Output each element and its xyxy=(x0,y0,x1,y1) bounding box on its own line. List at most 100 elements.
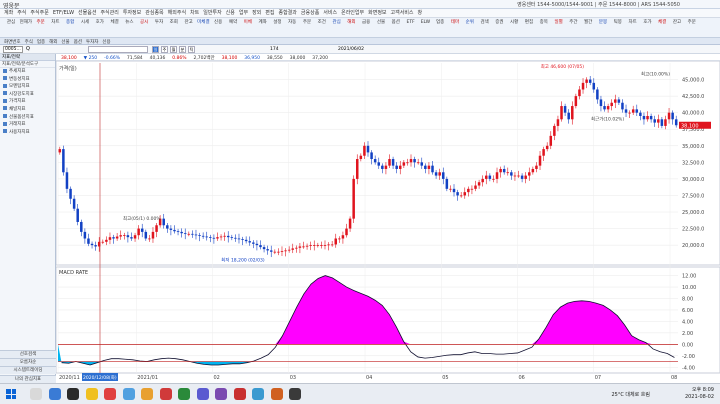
date-input[interactable]: 2021/06/02 xyxy=(338,46,364,53)
quick-button[interactable]: 현재가 xyxy=(19,20,33,36)
menu-item[interactable]: 종합결과 xyxy=(278,9,296,18)
quick-button[interactable]: 뉴스 xyxy=(122,20,136,36)
indicator-folder[interactable]: 거래지표 xyxy=(0,121,55,129)
period-button[interactable]: 분 xyxy=(179,46,186,53)
quick-button[interactable]: 종합 xyxy=(63,20,77,36)
menu-item[interactable]: 차트 xyxy=(190,9,199,18)
taskbar-app-icon[interactable] xyxy=(252,388,264,400)
sidebar-bottom-button[interactable]: 선호검색 xyxy=(0,350,56,358)
menu-item[interactable]: 일반투자 xyxy=(203,9,221,18)
quick-button[interactable]: 주문 xyxy=(34,20,48,36)
stock-code-input[interactable]: 0005... xyxy=(3,46,23,53)
taskbar-app-icon[interactable] xyxy=(30,388,42,400)
quick-button[interactable]: 차트 xyxy=(626,20,640,36)
taskbar-app-icon[interactable] xyxy=(289,388,301,400)
period-button[interactable]: 주 xyxy=(161,46,168,53)
quick-button[interactable]: 관심 xyxy=(330,20,344,36)
sidebar-search[interactable]: 지표/전략/분석도구 xyxy=(0,61,55,68)
quick-button[interactable]: 종목 xyxy=(537,20,551,36)
indicator-folder[interactable]: 가격지표 xyxy=(0,98,55,106)
quick-button[interactable]: 이체 xyxy=(241,20,255,36)
quick-button[interactable]: 잔고 xyxy=(670,20,684,36)
quick-button[interactable]: 조건 xyxy=(315,20,329,36)
quick-button[interactable]: 호가 xyxy=(93,20,107,36)
menu-item[interactable]: 온라인업무 xyxy=(341,9,364,18)
quick-button[interactable]: 테마 xyxy=(448,20,462,36)
menu-item[interactable]: 계좌 xyxy=(4,9,13,18)
taskbar-app-icon[interactable] xyxy=(215,388,227,400)
stock-chart[interactable]: 20,000.0 22,500.0 25,000.0 27,500.0 30,000.0… xyxy=(56,61,720,383)
quick-button[interactable]: 틱봉 xyxy=(611,20,625,36)
quick-button[interactable]: 일별 xyxy=(552,20,566,36)
menu-item[interactable]: 장외 xyxy=(252,9,261,18)
taskbar-app-icon[interactable] xyxy=(104,388,116,400)
period-button[interactable]: 월 xyxy=(170,46,177,53)
quick-button[interactable]: 잔고 xyxy=(182,20,196,36)
stock-search-button[interactable]: Q xyxy=(26,46,30,53)
indicator-folder[interactable]: 변동성지표 xyxy=(0,76,55,84)
quick-button[interactable]: 분봉 xyxy=(596,20,610,36)
menu-item[interactable]: 편집 xyxy=(265,9,274,18)
menu-item[interactable]: 주식관리 xyxy=(100,9,118,18)
indicator-folder[interactable]: 모멘텀지표 xyxy=(0,83,55,91)
stock-name-field[interactable] xyxy=(88,46,148,53)
menu-item[interactable]: 고객서비스 xyxy=(391,9,414,18)
quick-button[interactable]: 옵션 xyxy=(389,20,403,36)
taskbar-app-icon[interactable] xyxy=(196,388,209,400)
menu-item[interactable]: 창 xyxy=(418,9,423,18)
quick-button[interactable]: 체결 xyxy=(655,20,669,36)
sidebar-bottom-button[interactable]: 오름차순 xyxy=(0,358,56,367)
taskbar-app-icon[interactable] xyxy=(48,388,61,400)
menu-item[interactable]: 투자정보 xyxy=(123,9,141,18)
quick-button[interactable]: 편집 xyxy=(522,20,536,36)
quick-button[interactable]: ETF xyxy=(404,20,418,36)
quick-button[interactable]: 예약 xyxy=(226,20,240,36)
quick-button[interactable]: 투자 xyxy=(152,20,166,36)
menu-item[interactable]: ETF/ELW xyxy=(53,9,74,18)
sidebar-bottom-button[interactable]: 시스템트레이딩 xyxy=(0,366,56,375)
menu-item[interactable]: 업무 xyxy=(239,9,248,18)
indicator-folder[interactable]: 시장강도지표 xyxy=(0,91,55,99)
quick-button[interactable]: 검색 xyxy=(478,20,492,36)
menu-item[interactable]: 관심종목 xyxy=(145,9,163,18)
menu-item[interactable]: 주식 xyxy=(17,9,26,18)
quick-button[interactable]: 공시 xyxy=(137,20,151,36)
quick-button[interactable]: 계좌 xyxy=(256,20,270,36)
quick-button[interactable]: 조회 xyxy=(167,20,181,36)
menu-item[interactable]: 서비스 xyxy=(323,9,337,18)
quick-button[interactable]: 주문 xyxy=(685,20,699,36)
menu-item[interactable]: 신용 xyxy=(226,9,235,18)
menu-item[interactable]: 주식주문 xyxy=(30,9,48,18)
sidebar-tabs[interactable]: 지표/전략 xyxy=(0,54,55,61)
quick-button[interactable]: 금융 xyxy=(359,20,373,36)
weather-widget[interactable]: 25°C 대체로 흐림 xyxy=(611,391,650,398)
quick-button[interactable]: 차트 xyxy=(48,20,62,36)
system-clock[interactable]: 오후 8:09 2021-08-02 xyxy=(685,387,714,401)
period-button[interactable]: 틱 xyxy=(188,46,195,53)
taskbar-app-icon[interactable] xyxy=(122,388,135,400)
windows-start-icon[interactable] xyxy=(6,389,16,399)
quick-button[interactable]: 설정 xyxy=(270,20,284,36)
period-button[interactable]: 일 xyxy=(152,46,159,53)
sidebar-bottom-button[interactable]: 나의 관심지표 xyxy=(0,374,56,383)
quick-button[interactable]: 시세 xyxy=(78,20,92,36)
taskbar-app-icon[interactable] xyxy=(85,388,98,400)
taskbar-app-icon[interactable] xyxy=(159,388,172,400)
quick-button[interactable]: 순위 xyxy=(463,20,477,36)
quick-button[interactable]: 월간 xyxy=(581,20,595,36)
quick-button[interactable]: 시황 xyxy=(507,20,521,36)
quick-button[interactable]: 관심 xyxy=(4,20,18,36)
quick-button[interactable]: ELW xyxy=(418,20,432,36)
indicator-folder[interactable]: 채널지표 xyxy=(0,106,55,114)
indicator-folder[interactable]: 사용자지표 xyxy=(0,129,55,137)
menu-item[interactable]: 금융상품 xyxy=(301,9,319,18)
menu-item[interactable]: 선물옵션 xyxy=(78,9,96,18)
quick-button[interactable]: 주문 xyxy=(300,20,314,36)
menu-item[interactable]: 해외주식 xyxy=(168,9,186,18)
quick-button[interactable]: 증권 xyxy=(492,20,506,36)
quick-button[interactable]: 해외 xyxy=(344,20,358,36)
indicator-folder[interactable]: 추세지표 xyxy=(0,68,55,76)
quick-button[interactable]: 미체결 xyxy=(196,20,210,36)
quick-button[interactable]: 자동 xyxy=(285,20,299,36)
quick-button[interactable]: 신용 xyxy=(211,20,225,36)
